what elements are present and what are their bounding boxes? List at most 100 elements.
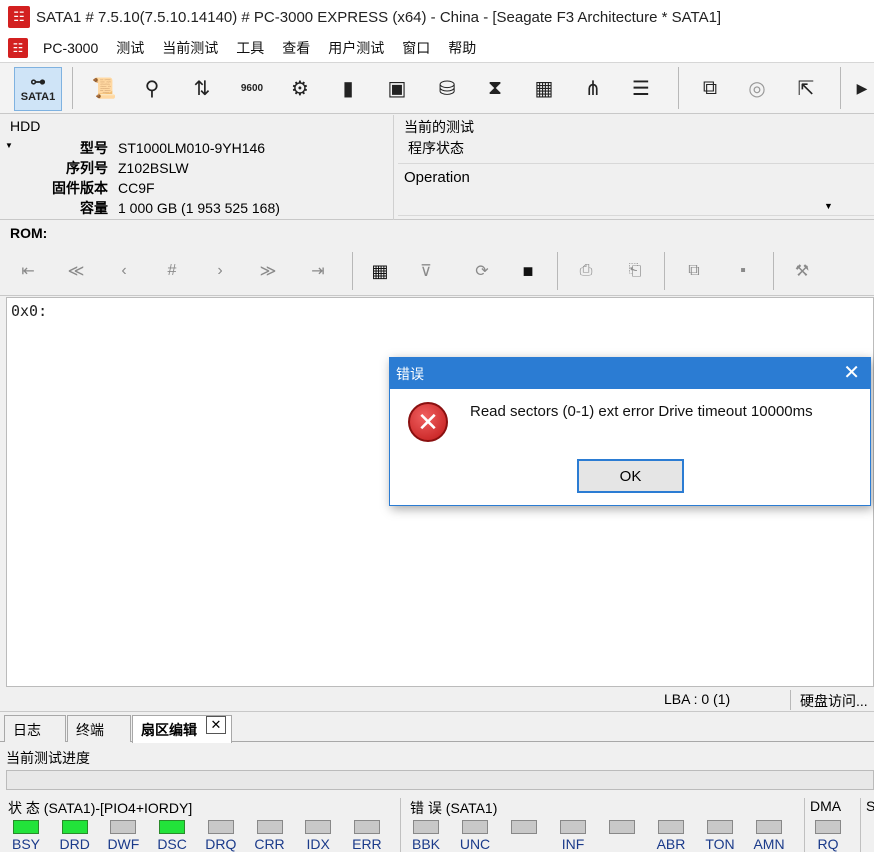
status-led-dwf: [110, 820, 137, 834]
toolbar-divider: [664, 252, 665, 290]
hex-grid-icon[interactable]: ▦: [364, 254, 396, 288]
serial-key: 序列号: [66, 160, 108, 176]
baud-rate-icon[interactable]: 9600: [232, 67, 272, 109]
ok-button[interactable]: OK: [577, 459, 684, 493]
status-panel: 状 态 (SATA1)-[PIO4+IORDY] 错 误 (SATA1) DMA…: [0, 796, 874, 852]
close-tab-icon[interactable]: ✕: [206, 716, 226, 734]
program-status-label: 程序状态: [408, 140, 464, 156]
error-led-unc: [462, 820, 488, 834]
error-led-label: BBK: [411, 836, 440, 852]
toolbar-divider: [678, 67, 679, 109]
menu-item-tools[interactable]: 工具: [227, 38, 273, 58]
divider: [790, 690, 791, 710]
serial-value: Z102BSLW: [118, 160, 189, 176]
next-fast-icon[interactable]: ≫: [252, 254, 284, 288]
capacity-key: 容量: [80, 200, 108, 216]
status-led-bsy: [13, 820, 39, 834]
last-page-icon[interactable]: ⇥: [302, 254, 334, 288]
error-led-inf: [560, 820, 586, 834]
scroll-right-icon[interactable]: ▶: [850, 67, 874, 109]
first-page-icon[interactable]: ⇤: [12, 254, 44, 288]
serial-row: 序列号 Z102BSLW: [0, 158, 189, 178]
status-led-label: DWF: [107, 836, 140, 852]
prev-fast-icon[interactable]: ≪: [60, 254, 92, 288]
divider: [398, 215, 874, 216]
disk-access-status: 硬盘访问...: [800, 693, 868, 709]
error-led-label: UNC: [459, 836, 491, 852]
current-test-panel: 当前的测试 程序状态 Operation ▼: [393, 115, 874, 220]
exit-icon[interactable]: ⇱: [786, 67, 826, 109]
error-led-label: TON: [705, 836, 735, 852]
model-value: ST1000LM010-9YH146: [118, 140, 266, 156]
capacity-value: 1 000 GB (1 953 525 168): [118, 200, 280, 216]
status-led-label: DRQ: [205, 836, 237, 852]
refresh-icon[interactable]: ⟳: [466, 254, 498, 288]
menu-logo-icon[interactable]: ☷: [8, 38, 28, 58]
progress-bar: [6, 770, 874, 790]
tab-log-label: 日志: [13, 722, 41, 738]
funnel-icon[interactable]: ⊽: [410, 254, 442, 288]
menu-item-help[interactable]: 帮助: [439, 38, 485, 58]
sata1-port-button[interactable]: ⊶ SATA1: [14, 67, 62, 111]
copy-icon[interactable]: ⧉: [690, 67, 730, 109]
chip-icon[interactable]: ▮: [328, 67, 368, 109]
hdd-platter-icon[interactable]: ◎: [737, 67, 777, 109]
menu-item-view[interactable]: 查看: [273, 38, 319, 58]
load-icon[interactable]: ⎗: [619, 254, 651, 288]
app-logo-icon: ☷: [8, 6, 30, 28]
grid-icon[interactable]: ▦: [524, 67, 564, 109]
key-icon[interactable]: ⚲: [132, 67, 172, 109]
board-icon[interactable]: ▣: [377, 67, 417, 109]
menu-item-test[interactable]: 测试: [107, 38, 153, 58]
error-led-ton: [707, 820, 733, 834]
status-title: 状 态 (SATA1)-[PIO4+IORDY]: [8, 800, 193, 816]
main-toolbar: ⊶ SATA1 📜 ⚲ ⇅ 9600 ⚙ ▮ ▣ ⛁ ⧗ ▦ ⋔ ☰ ⧉ ◎ ⇱…: [0, 62, 874, 114]
next-icon[interactable]: ›: [204, 254, 236, 288]
model-row: 型号 ST1000LM010-9YH146: [0, 138, 265, 158]
hex-address: 0x0:: [11, 302, 48, 320]
divider: [400, 798, 401, 852]
progress-label: 当前测试进度: [6, 750, 90, 766]
window-title: SATA1 # 7.5.10(7.5.10.14140) # PC-3000 E…: [36, 8, 722, 26]
lba-status-bar: LBA : 0 (1) 硬盘访问...: [0, 688, 874, 712]
error-led-label: ABR: [656, 836, 686, 852]
hourglass-icon[interactable]: ⧗: [475, 67, 515, 109]
prev-icon[interactable]: ‹: [108, 254, 140, 288]
tab-terminal[interactable]: 终端: [67, 715, 131, 742]
save-icon[interactable]: ⎙: [570, 254, 602, 288]
menu-item-current-test[interactable]: 当前测试: [153, 38, 227, 58]
error-message: Read sectors (0-1) ext error Drive timeo…: [470, 403, 813, 420]
hdd-info-panel: HDD ▼ 型号 ST1000LM010-9YH146 序列号 Z102BSLW…: [0, 115, 874, 220]
model-key: 型号: [80, 140, 108, 156]
error-title: 错 误 (SATA1): [410, 800, 498, 816]
gear-disk-icon[interactable]: ⚙: [280, 67, 320, 109]
status-led-crr: [256, 820, 283, 834]
database-icon[interactable]: ⛁: [427, 67, 467, 109]
tab-terminal-label: 终端: [76, 722, 104, 738]
bottom-tabs: 日志 终端 扇区编辑: [0, 712, 874, 743]
close-icon[interactable]: ✕: [843, 362, 860, 384]
divider: [860, 798, 861, 852]
menu-item-user-test[interactable]: 用户测试: [319, 38, 393, 58]
scroll-icon[interactable]: 📜: [84, 67, 124, 109]
goto-hash-icon[interactable]: #: [156, 254, 188, 288]
stop-icon[interactable]: ■: [512, 254, 544, 288]
flow-icon[interactable]: ⋔: [573, 67, 613, 109]
toolbar-divider: [72, 67, 73, 109]
toolbar-divider: [773, 252, 774, 290]
rom-toolbar: ⇤ ≪ ‹ # › ≫ ⇥ ▦ ⊽ ⟳ ■ ⎙ ⎗ ⧉ ▪ ⚒: [0, 246, 874, 296]
error-led-abr: [658, 820, 684, 834]
menu-item-pc3000[interactable]: PC-3000: [34, 40, 107, 56]
tools-icon[interactable]: ⚒: [786, 254, 818, 288]
menu-item-window[interactable]: 窗口: [393, 38, 439, 58]
error-led-label: INF: [561, 836, 585, 852]
tab-log[interactable]: 日志: [4, 715, 66, 742]
firmware-row: 固件版本 CC9F: [0, 178, 155, 198]
list-icon[interactable]: ☰: [621, 67, 661, 109]
transfer-icon[interactable]: ⇅: [182, 67, 222, 109]
operation-dropdown-icon[interactable]: ▼: [824, 201, 833, 211]
paste-icon[interactable]: ▪: [727, 254, 759, 288]
copy-pages-icon[interactable]: ⧉: [678, 254, 710, 288]
status-led-drd: [61, 820, 88, 834]
rom-label: ROM:: [10, 225, 48, 241]
